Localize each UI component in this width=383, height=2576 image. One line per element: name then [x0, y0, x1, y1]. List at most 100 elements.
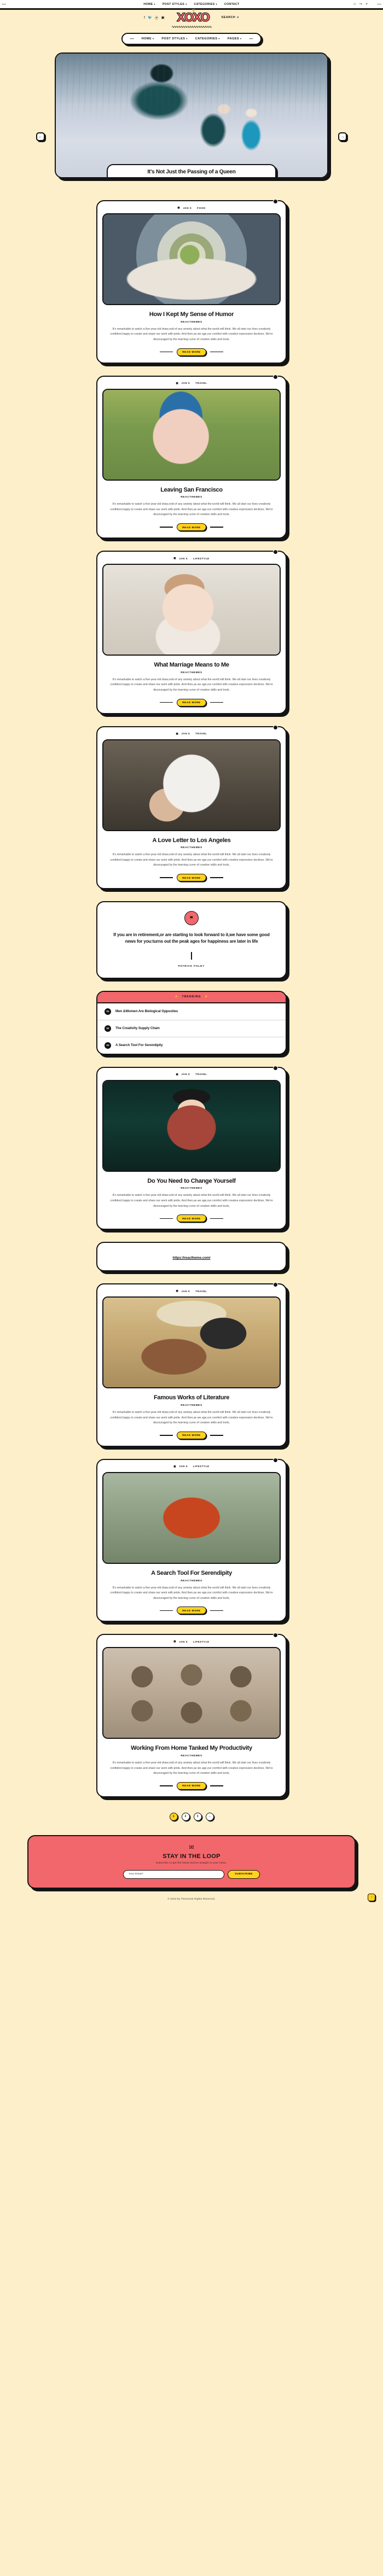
- post-title[interactable]: Leaving San Francisco: [102, 487, 281, 494]
- pagination-page-3[interactable]: 3: [193, 1812, 202, 1821]
- nav-item-post-styles[interactable]: POST STYLES ▾: [161, 37, 187, 40]
- rule-right: [210, 1218, 223, 1219]
- newsletter-form: SUBSCRIBE: [38, 1870, 345, 1879]
- slider-next-button[interactable]: →: [338, 132, 347, 141]
- card-corner-dot: [273, 550, 278, 555]
- post-title[interactable]: Working From Home Tanked My Productivity: [102, 1745, 281, 1752]
- post-title[interactable]: What Marriage Means to Me: [102, 662, 281, 669]
- slider-prev-button[interactable]: ←: [36, 132, 45, 141]
- post-meta: ▦ JAN 5 LIFESTYLE: [102, 1465, 281, 1468]
- post-image[interactable]: [102, 1079, 281, 1172]
- post-photo: [103, 1648, 280, 1738]
- post-photo: [103, 740, 280, 830]
- post-category[interactable]: TRAVEL: [195, 382, 207, 384]
- post-image[interactable]: [102, 564, 281, 656]
- quote-card: ❞ If you are in retirement,or are starti…: [96, 901, 287, 979]
- post-author[interactable]: REACTHEMES: [102, 321, 281, 324]
- post-title[interactable]: A Love Letter to Los Angeles: [102, 837, 281, 844]
- pagination-page-2[interactable]: 2: [181, 1812, 190, 1821]
- post-card: ▦ JAN 5 LIFESTYLE Working From Home Tank…: [96, 1633, 287, 1797]
- social-links: f 🐦 Ⓟ ▣: [144, 15, 165, 21]
- read-more-button[interactable]: READ MORE: [177, 698, 206, 706]
- twitter-icon[interactable]: 🐦: [148, 15, 152, 20]
- post-author[interactable]: REACTHEMES: [102, 671, 281, 674]
- read-more-row: READ MORE: [102, 1781, 281, 1790]
- email-input[interactable]: [123, 1870, 225, 1879]
- read-more-button[interactable]: READ MORE: [177, 348, 206, 356]
- home-icon[interactable]: ⌂: [353, 2, 356, 6]
- post-category[interactable]: LIFESTYLE: [193, 1640, 210, 1643]
- link-card-url[interactable]: https://reactheme.com/: [173, 1256, 211, 1260]
- hero-slide[interactable]: It's Not Just the Passing of a Queen ▦ J…: [55, 52, 328, 178]
- post-image[interactable]: [102, 213, 281, 305]
- post-image[interactable]: [102, 1647, 281, 1739]
- post-title[interactable]: Famous Works of Literature: [102, 1394, 281, 1401]
- post-excerpt: It's remarkable to watch a five-year-old…: [110, 1194, 273, 1208]
- chevron-down-icon: ▾: [216, 2, 217, 5]
- subscribe-button[interactable]: SUBSCRIBE: [228, 1870, 260, 1879]
- post-category[interactable]: LIFESTYLE: [193, 1465, 210, 1468]
- hero-category[interactable]: LIFESTYLE: [181, 178, 197, 179]
- rule-left: [160, 702, 173, 703]
- topbar-nav: HOME ▾ POST STYLES ▾ CATEGORIES ▾ CONTACT: [143, 3, 239, 6]
- post-category[interactable]: LIFESTYLE: [193, 557, 210, 560]
- pagination: 1 2 3 →: [0, 1809, 383, 1835]
- trending-item[interactable]: 01 Men &Women Are Biological Opposites: [97, 1003, 286, 1020]
- search-button[interactable]: SEARCH ⌕: [222, 16, 239, 20]
- topbar-item-home[interactable]: HOME ▾: [143, 3, 155, 6]
- post-title[interactable]: A Search Tool For Serendipity: [102, 1570, 281, 1577]
- post-author[interactable]: REACTHEMES: [102, 1187, 281, 1190]
- hero-title[interactable]: It's Not Just the Passing of a Queen: [113, 169, 270, 176]
- post-category[interactable]: FOOD: [197, 207, 205, 209]
- post-image[interactable]: [102, 1296, 281, 1389]
- read-more-button[interactable]: READ MORE: [177, 1607, 206, 1615]
- nav-item-home-label: HOME: [141, 37, 152, 40]
- nav-item-pages[interactable]: PAGES ▾: [228, 37, 242, 40]
- link-card: https://reactheme.com/: [96, 1242, 287, 1272]
- topbar-item-post-styles[interactable]: POST STYLES ▾: [163, 3, 187, 6]
- chevron-down-icon: ▾: [153, 37, 154, 40]
- instagram-icon[interactable]: ▣: [161, 15, 165, 20]
- post-meta: ▦ JAN 5 TRAVEL: [102, 1289, 281, 1293]
- read-more-button[interactable]: READ MORE: [177, 874, 206, 882]
- read-more-row: READ MORE: [102, 348, 281, 356]
- facebook-icon[interactable]: f: [144, 16, 145, 20]
- scroll-to-top-button[interactable]: ↑: [368, 1893, 375, 1901]
- read-more-button[interactable]: READ MORE: [177, 1214, 206, 1223]
- post-image[interactable]: [102, 1471, 281, 1564]
- pagination-page-1[interactable]: 1: [169, 1812, 178, 1821]
- rule-left: [160, 1435, 173, 1436]
- topbar-item-contact[interactable]: CONTACT: [224, 3, 240, 6]
- pagination-next-button[interactable]: →: [205, 1812, 214, 1821]
- read-more-button[interactable]: READ MORE: [177, 1781, 206, 1790]
- post-category[interactable]: TRAVEL: [195, 1290, 207, 1293]
- trending-item[interactable]: 03 A Search Tool For Serendipity: [97, 1037, 286, 1054]
- pinterest-icon[interactable]: Ⓟ: [155, 15, 159, 20]
- newsletter-signup: ✉ STAY IN THE LOOP Subscribe to get the …: [27, 1835, 356, 1889]
- rule-right: [210, 877, 223, 878]
- share-icon[interactable]: ⤳: [359, 2, 362, 7]
- post-author[interactable]: REACTHEMES: [102, 496, 281, 499]
- search-label: SEARCH: [221, 16, 236, 19]
- read-more-button[interactable]: READ MORE: [177, 523, 206, 531]
- post-category[interactable]: TRAVEL: [195, 1073, 207, 1076]
- post-category[interactable]: TRAVEL: [195, 732, 207, 735]
- post-author[interactable]: REACTHEMES: [102, 1580, 281, 1582]
- nav-item-home[interactable]: HOME ▾: [142, 37, 154, 40]
- trending-item[interactable]: 02 The Creativity Supply Chain: [97, 1020, 286, 1037]
- read-more-button[interactable]: READ MORE: [177, 1431, 206, 1439]
- post-image[interactable]: [102, 739, 281, 831]
- post-title[interactable]: How I Kept My Sense of Humor: [102, 311, 281, 318]
- post-title[interactable]: Do You Need to Change Yourself: [102, 1178, 281, 1185]
- topbar-item-categories[interactable]: CATEGORIES ▾: [194, 3, 217, 6]
- post-image[interactable]: [102, 388, 281, 481]
- pill-nav: — HOME ▾ POST STYLES ▾ CATEGORIES ▾ PAGES ▾ …: [121, 33, 262, 45]
- post-author[interactable]: REACTHEMES: [102, 846, 281, 849]
- search-icon[interactable]: ⌕: [365, 2, 368, 7]
- post-author[interactable]: REACTHEMES: [102, 1755, 281, 1757]
- post-author[interactable]: REACTHEMES: [102, 1404, 281, 1407]
- pillnav-left-dash: —: [130, 37, 134, 41]
- hero-author[interactable]: REACTHEMES: [207, 178, 228, 179]
- site-logo[interactable]: ♛ XOXO: [176, 8, 210, 25]
- nav-item-categories[interactable]: CATEGORIES ▾: [195, 37, 220, 40]
